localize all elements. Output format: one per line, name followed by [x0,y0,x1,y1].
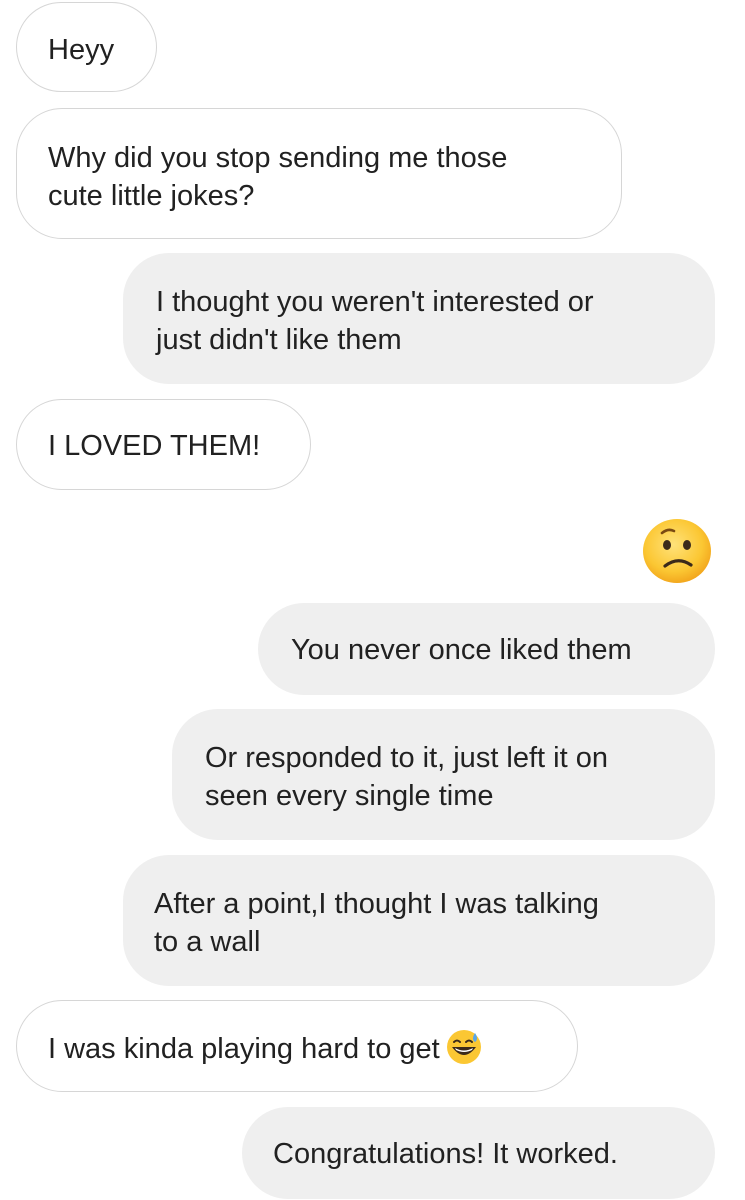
grinning-sweat-face-icon [446,1030,481,1064]
message-received[interactable]: Heyy [16,2,157,92]
message-text: to a wall [154,926,261,958]
message-text: seen every single time [205,780,494,812]
message-sent[interactable]: Or responded to it, just left it on seen… [172,709,715,840]
message-sent[interactable]: Congratulations! It worked. [242,1107,715,1199]
message-sent[interactable]: You never once liked them [258,603,715,695]
message-text: You never once liked them [291,634,632,666]
message-text: I was kinda playing hard to get [48,1033,440,1065]
message-text: After a point,I thought I was talking [154,888,599,920]
message-received[interactable]: I LOVED THEM! [16,399,311,490]
message-text: Congratulations! It worked. [273,1138,618,1170]
message-sent[interactable]: After a point,I thought I was talking to… [123,855,715,986]
message-received[interactable]: I was kinda playing hard to get [16,1000,578,1092]
message-text: cute little jokes? [48,180,255,212]
message-text: Why did you stop sending me those [48,142,508,174]
confused-face-icon[interactable] [642,518,712,584]
message-text: just didn't like them [156,324,402,356]
message-line: I was kinda playing hard to get [48,1029,577,1068]
message-received[interactable]: Why did you stop sending me those cute l… [16,108,622,239]
message-sent[interactable]: I thought you weren't interested or just… [123,253,715,384]
message-text: Heyy [48,34,115,66]
message-text: I LOVED THEM! [48,430,261,462]
message-text: Or responded to it, just left it on [205,742,608,774]
conversation: Heyy Why did you stop sending me those c… [0,0,745,1200]
message-text: I thought you weren't interested or [156,286,594,318]
